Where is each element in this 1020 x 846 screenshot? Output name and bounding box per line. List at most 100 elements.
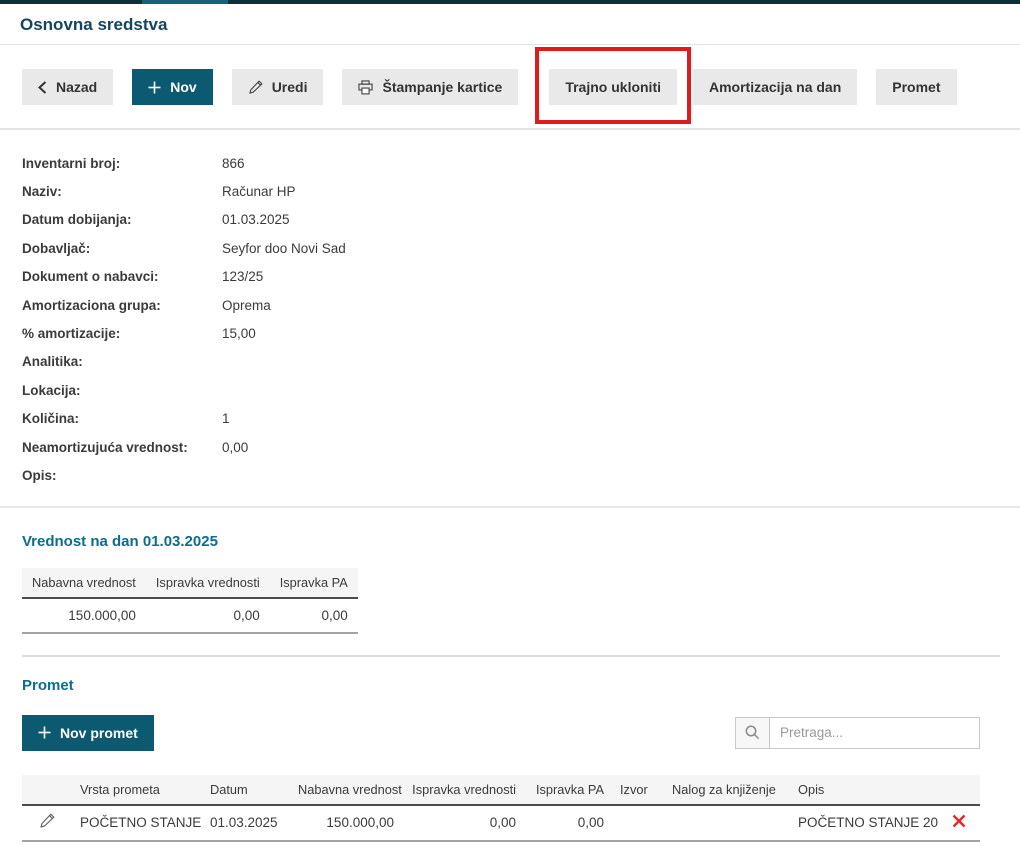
remove-permanently-button-label: Trajno ukloniti [565,79,661,95]
cell-nabavna-vrednost: 150.000,00 [22,597,146,634]
field-label: Inventarni broj: [22,155,121,171]
printer-icon [358,79,374,95]
col-datum: Datum [202,774,290,806]
promet-title: Promet [22,676,74,694]
col-edit [22,774,72,806]
cell-izvor [612,804,664,842]
turnover-button[interactable]: Promet [876,69,957,105]
col-nalog-za-knjizenje: Nalog za knjiženje [664,774,790,806]
back-button[interactable]: Nazad [22,69,114,105]
plus-icon [148,81,161,94]
field-row-inventarni-broj: Inventarni broj: 866 [22,149,1000,177]
col-vrsta-prometa: Vrsta prometa [72,774,202,806]
search-icon [736,717,770,748]
search-box [735,716,980,749]
field-value: 1 [222,411,230,427]
col-izvor: Izvor [612,774,664,806]
remove-permanently-button[interactable]: Trajno ukloniti [549,69,677,105]
field-label: Datum dobijanja: [22,212,132,228]
col-ispravka-vrednosti: Ispravka vrednosti [402,774,524,806]
col-ispravka-pa: Ispravka PA [269,567,358,599]
new-button-label: Nov [170,79,197,95]
cell-ispravka-pa: 0,00 [524,804,612,842]
edit-button-label: Uredi [271,79,308,95]
delete-x-icon [951,813,967,832]
asset-details: Inventarni broj: 866 Naziv: Računar HP D… [0,130,1020,508]
field-label: Lokacija: [22,382,81,398]
field-label: Količina: [22,411,80,427]
field-label: Amortizaciona grupa: [22,297,161,313]
col-nabavna-vrednost: Nabavna vrednost [290,774,402,806]
promet-controls-row: Nov promet [22,714,980,751]
field-row-opis: Opis: [22,461,1000,489]
field-row-neamortizujuca-vrednost: Neamortizujuća vrednost: 0,00 [22,433,1000,461]
pencil-icon [248,80,263,95]
cell-ispravka-pa: 0,00 [269,597,358,634]
field-value: 123/25 [222,269,264,285]
col-ispravka-vrednosti: Ispravka vrednosti [145,567,270,599]
field-row-dokument-o-nabavci: Dokument o nabavci: 123/25 [22,263,1000,291]
promet-table-row: POČETNO STANJE 01.03.2025 150.000,00 0,0… [22,804,980,842]
pencil-icon [39,813,55,832]
field-value: Seyfor doo Novi Sad [222,240,346,256]
value-on-date-title: Vrednost na dan 01.03.2025 [22,532,218,550]
amortization-on-date-button[interactable]: Amortizacija na dan [693,69,858,105]
field-label: Opis: [22,467,57,483]
plus-icon [38,726,51,739]
back-button-label: Nazad [56,79,98,95]
cell-ispravka-vrednosti: 0,00 [145,597,270,634]
field-row-amortizaciona-grupa: Amortizaciona grupa: Oprema [22,291,1000,319]
field-value: 0,00 [222,439,249,455]
field-row-naziv: Naziv: Računar HP [22,177,1000,205]
page-title: Osnovna sredstva [20,15,168,34]
field-row-lokacija: Lokacija: [22,376,1000,404]
promet-table: Vrsta prometa Datum Nabavna vrednost Isp… [22,774,980,842]
row-delete-button[interactable] [949,811,969,834]
print-card-button[interactable]: Štampanje kartice [342,69,519,105]
cell-datum: 01.03.2025 [202,804,290,842]
field-row-dobavljac: Dobavljač: Seyfor doo Novi Sad [22,234,1000,262]
field-row-kolicina: Količina: 1 [22,405,1000,433]
col-ispravka-pa: Ispravka PA [524,774,612,806]
cell-nalog-za-knjizenje [664,804,790,842]
print-card-button-label: Štampanje kartice [382,79,503,95]
page-header: Osnovna sredstva [0,4,1020,45]
field-value: 01.03.2025 [222,212,290,228]
field-row-analitika: Analitika: [22,348,1000,376]
new-button[interactable]: Nov [132,69,213,105]
field-label: Dokument o nabavci: [22,269,159,285]
cell-opis: POČETNO STANJE 2025 [790,804,938,842]
value-table: Nabavna vrednost Ispravka vrednosti Ispr… [22,567,358,634]
field-label: Dobavljač: [22,240,91,256]
value-table-row: 150.000,00 0,00 0,00 [22,597,358,634]
field-row-datum-dobijanja: Datum dobijanja: 01.03.2025 [22,206,1000,234]
field-row-procenat-amortizacije: % amortizacije: 15,00 [22,319,1000,347]
top-browser-bar [0,0,1020,4]
value-on-date-section: Vrednost na dan 01.03.2025 Nabavna vredn… [0,508,1020,657]
edit-button[interactable]: Uredi [231,69,324,105]
toolbar: Nazad Nov Uredi Štampanje kartice Trajno… [0,45,1020,130]
search-input[interactable] [770,717,979,748]
col-opis: Opis [790,774,938,806]
promet-section: Promet Nov promet Vrsta prometa Datum [0,657,1020,842]
value-table-header-row: Nabavna vrednost Ispravka vrednosti Ispr… [22,567,358,599]
new-turnover-button[interactable]: Nov promet [22,714,154,751]
field-label: % amortizacije: [22,326,121,342]
turnover-button-label: Promet [892,79,941,95]
amortization-on-date-button-label: Amortizacija na dan [709,79,842,95]
cell-vrsta-prometa: POČETNO STANJE [72,804,202,842]
col-nabavna-vrednost: Nabavna vrednost [22,567,146,599]
row-edit-button[interactable] [37,811,57,834]
new-turnover-button-label: Nov promet [60,724,138,741]
field-label: Analitika: [22,354,83,370]
field-value: 866 [222,155,245,171]
cell-nabavna-vrednost: 150.000,00 [290,804,402,842]
chevron-left-icon [38,80,47,94]
promet-table-header-row: Vrsta prometa Datum Nabavna vrednost Isp… [22,774,980,806]
field-value: Računar HP [222,184,296,200]
col-delete [938,774,980,806]
remove-button-annotation-wrap: Trajno ukloniti [535,47,691,124]
field-value: Oprema [222,297,271,313]
cell-ispravka-vrednosti: 0,00 [402,804,524,842]
field-label: Neamortizujuća vrednost: [22,439,188,455]
